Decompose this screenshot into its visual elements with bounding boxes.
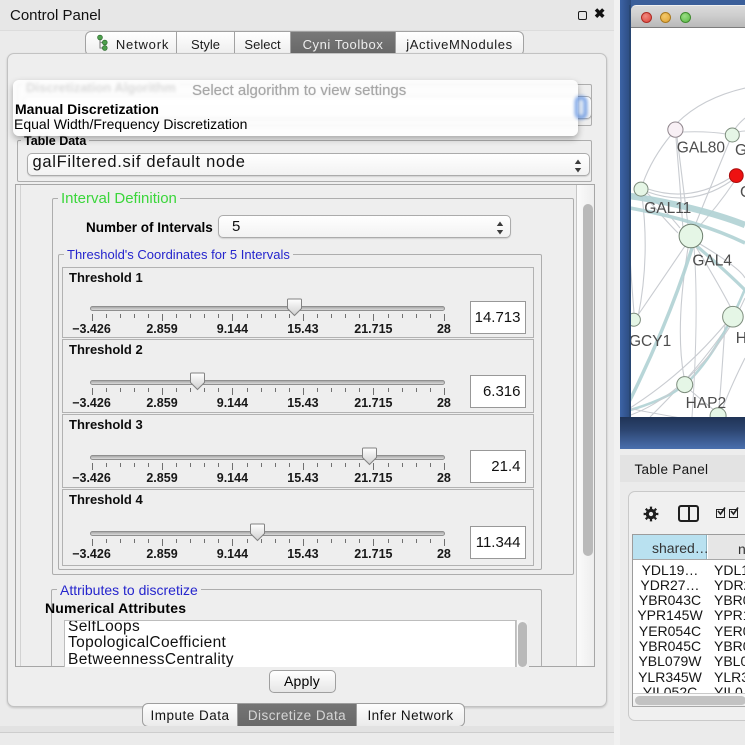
svg-text:HAP2: HAP2 — [686, 395, 727, 412]
svg-text:G..: G.. — [735, 142, 745, 159]
svg-text:GAL11: GAL11 — [644, 200, 691, 217]
svg-text:GAL80: GAL80 — [677, 140, 726, 157]
svg-text:H: H — [736, 330, 745, 347]
svg-text:GCY1: GCY1 — [631, 333, 671, 350]
svg-text:GAL4: GAL4 — [692, 253, 732, 270]
svg-text:C: C — [740, 184, 745, 201]
